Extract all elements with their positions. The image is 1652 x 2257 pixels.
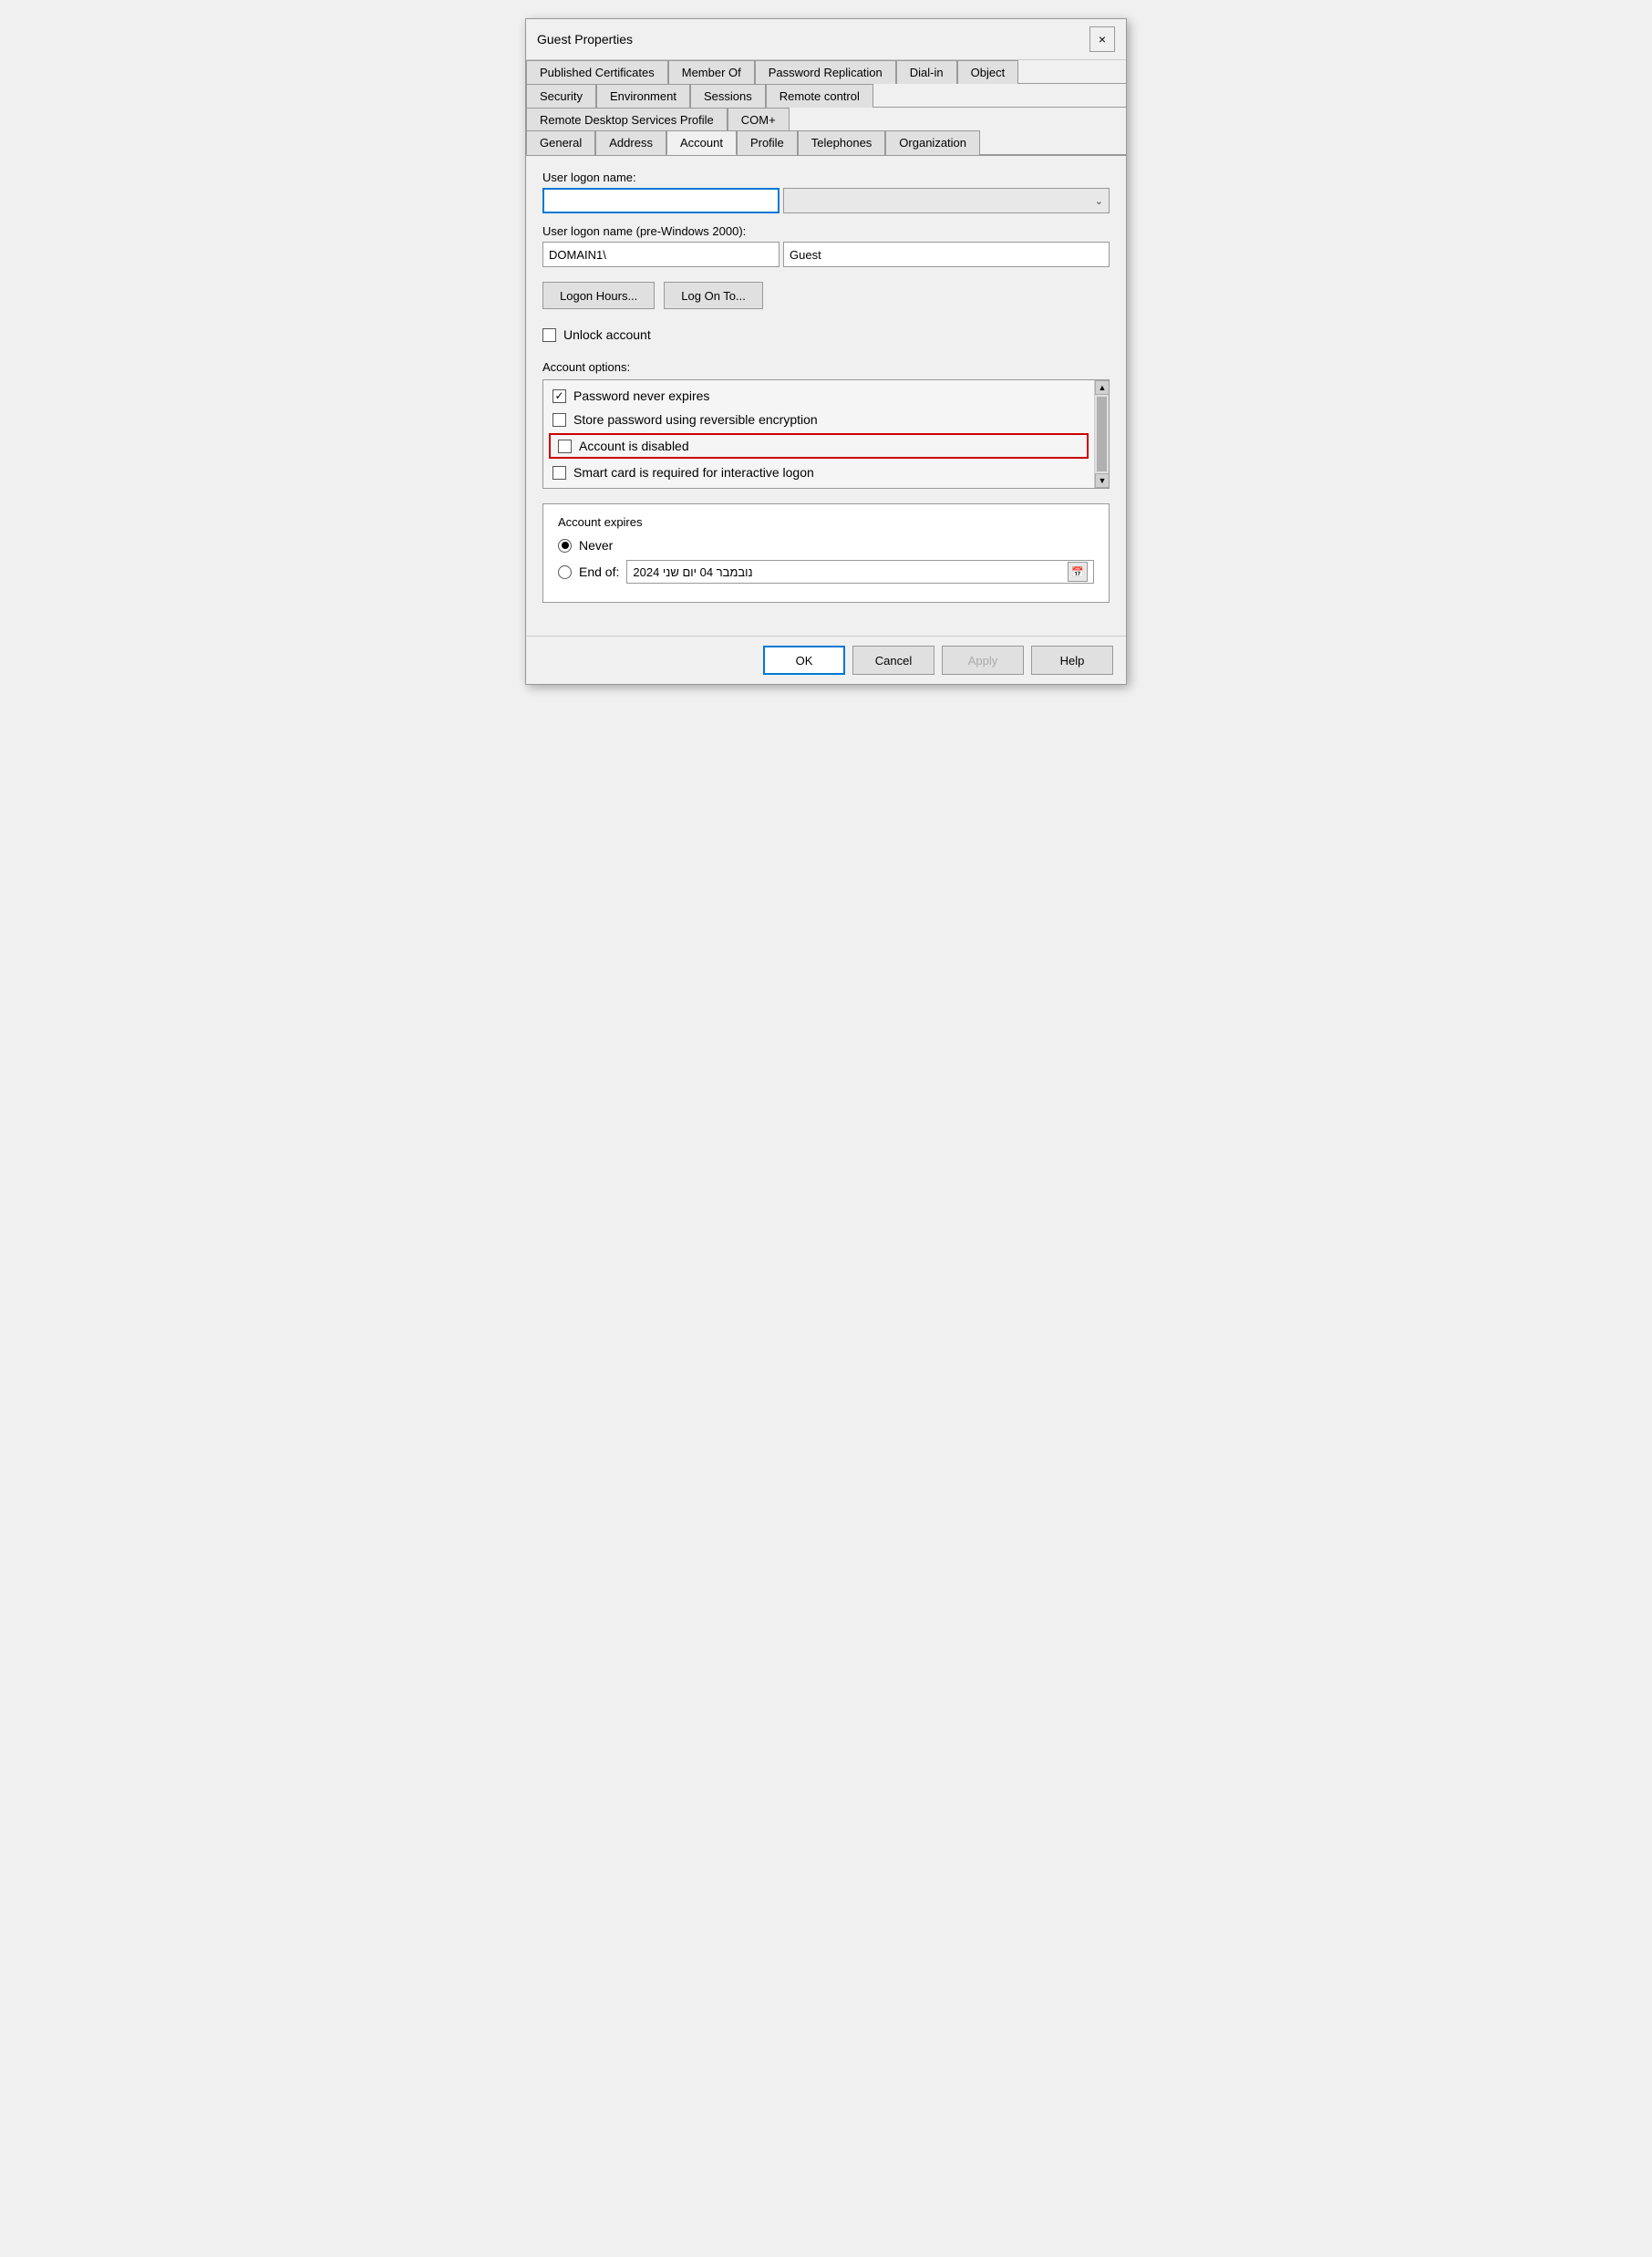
tab-published-certificates[interactable]: Published Certificates bbox=[526, 60, 668, 84]
tab-general[interactable]: General bbox=[526, 130, 595, 155]
checkbox-store-password[interactable] bbox=[552, 413, 566, 427]
checkbox-account-disabled[interactable] bbox=[558, 440, 572, 453]
log-on-to-button[interactable]: Log On To... bbox=[664, 282, 763, 309]
apply-button[interactable]: Apply bbox=[942, 646, 1024, 675]
tab-dial-in[interactable]: Dial-in bbox=[896, 60, 957, 84]
domain-dropdown[interactable]: ⌄ bbox=[783, 188, 1110, 213]
tab-address[interactable]: Address bbox=[595, 130, 666, 155]
unlock-account-label: Unlock account bbox=[563, 327, 651, 342]
ok-button[interactable]: OK bbox=[763, 646, 845, 675]
option-label-password-never-expires: Password never expires bbox=[573, 388, 709, 403]
content-area: User logon name: ⌄ User logon name (pre-… bbox=[526, 156, 1126, 636]
tab-organization[interactable]: Organization bbox=[885, 130, 980, 155]
unlock-account-checkbox[interactable] bbox=[542, 328, 556, 342]
dialog-guest-properties: Guest Properties × Published Certificate… bbox=[525, 18, 1127, 685]
tabs-row-4: General Address Account Profile Telephon… bbox=[526, 130, 1126, 155]
tab-security[interactable]: Security bbox=[526, 84, 596, 108]
pre2000-row bbox=[542, 242, 1110, 267]
tab-member-of[interactable]: Member Of bbox=[668, 60, 755, 84]
tab-account[interactable]: Account bbox=[666, 130, 737, 155]
scroll-down-arrow[interactable]: ▼ bbox=[1095, 473, 1110, 488]
tab-remote-desktop-services-profile[interactable]: Remote Desktop Services Profile bbox=[526, 108, 728, 131]
account-expires-title: Account expires bbox=[558, 515, 1094, 529]
tab-profile[interactable]: Profile bbox=[737, 130, 798, 155]
tab-sessions[interactable]: Sessions bbox=[690, 84, 766, 108]
dialog-title: Guest Properties bbox=[537, 32, 633, 47]
never-label: Never bbox=[579, 538, 613, 553]
user-logon-row: ⌄ bbox=[542, 188, 1110, 213]
user-logon-name-label: User logon name: bbox=[542, 171, 1110, 184]
option-store-password: Store password using reversible encrypti… bbox=[543, 408, 1094, 431]
option-account-disabled: Account is disabled bbox=[549, 433, 1089, 459]
option-label-smart-card: Smart card is required for interactive l… bbox=[573, 465, 814, 480]
account-options-box: ✓ Password never expires Store password … bbox=[542, 379, 1110, 489]
cancel-button[interactable]: Cancel bbox=[852, 646, 934, 675]
unlock-account-row: Unlock account bbox=[542, 327, 1110, 342]
never-radio[interactable] bbox=[558, 539, 572, 553]
account-options-label: Account options: bbox=[542, 360, 1110, 374]
date-value: 2024 נובמבר 04 יום שני bbox=[633, 565, 752, 579]
tabs-container: Published Certificates Member Of Passwor… bbox=[526, 60, 1126, 156]
option-password-never-expires: ✓ Password never expires bbox=[543, 384, 1094, 408]
pre2000-user-input[interactable] bbox=[783, 242, 1110, 267]
tabs-row-3: Remote Desktop Services Profile COM+ bbox=[526, 108, 1126, 130]
close-button[interactable]: × bbox=[1089, 26, 1115, 52]
logon-hours-button[interactable]: Logon Hours... bbox=[542, 282, 655, 309]
end-of-radio-row: End of: 2024 נובמבר 04 יום שני 📅 bbox=[558, 560, 1094, 584]
scroll-up-arrow[interactable]: ▲ bbox=[1095, 380, 1110, 395]
pre2000-label: User logon name (pre-Windows 2000): bbox=[542, 224, 1110, 238]
end-of-label: End of: bbox=[579, 564, 619, 579]
logon-buttons-row: Logon Hours... Log On To... bbox=[542, 282, 1110, 309]
options-scrollbar[interactable]: ▲ ▼ bbox=[1094, 380, 1109, 488]
never-radio-row: Never bbox=[558, 538, 1094, 553]
checkmark-icon: ✓ bbox=[554, 389, 563, 402]
account-expires-box: Account expires Never End of: 2024 נובמב… bbox=[542, 503, 1110, 603]
tabs-row-2: Security Environment Sessions Remote con… bbox=[526, 84, 1126, 108]
options-content: ✓ Password never expires Store password … bbox=[543, 384, 1094, 484]
checkbox-password-never-expires[interactable]: ✓ bbox=[552, 389, 566, 403]
scroll-thumb[interactable] bbox=[1097, 397, 1107, 471]
tab-object[interactable]: Object bbox=[957, 60, 1019, 84]
option-label-store-password: Store password using reversible encrypti… bbox=[573, 412, 818, 427]
tabs-row-1: Published Certificates Member Of Passwor… bbox=[526, 60, 1126, 84]
option-smart-card: Smart card is required for interactive l… bbox=[543, 461, 1094, 484]
title-bar: Guest Properties × bbox=[526, 19, 1126, 60]
pre2000-domain-input[interactable] bbox=[542, 242, 780, 267]
tab-password-replication[interactable]: Password Replication bbox=[755, 60, 896, 84]
option-label-account-disabled: Account is disabled bbox=[579, 439, 689, 453]
tab-com-plus[interactable]: COM+ bbox=[728, 108, 790, 131]
user-logon-name-input[interactable] bbox=[542, 188, 780, 213]
tab-telephones[interactable]: Telephones bbox=[798, 130, 886, 155]
calendar-button[interactable]: 📅 bbox=[1068, 562, 1088, 582]
tab-remote-control[interactable]: Remote control bbox=[766, 84, 873, 108]
checkbox-smart-card[interactable] bbox=[552, 466, 566, 480]
tab-environment[interactable]: Environment bbox=[596, 84, 690, 108]
dropdown-arrow-icon: ⌄ bbox=[1095, 195, 1103, 207]
end-of-radio[interactable] bbox=[558, 565, 572, 579]
help-button[interactable]: Help bbox=[1031, 646, 1113, 675]
bottom-bar: OK Cancel Apply Help bbox=[526, 636, 1126, 684]
date-input-display: 2024 נובמבר 04 יום שני 📅 bbox=[626, 560, 1094, 584]
